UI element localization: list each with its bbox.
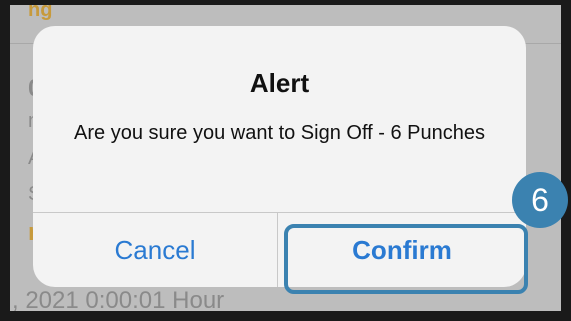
alert-title: Alert	[249, 68, 310, 98]
background-text: ng	[28, 0, 53, 21]
cancel-button[interactable]: Cancel	[33, 213, 277, 287]
confirm-highlight-box	[284, 224, 528, 294]
alert-message: Are you sure you want to Sign Off - 6 Pu…	[74, 122, 485, 144]
step-number-badge: 6	[512, 172, 568, 228]
background-text: , 2021 0:00:01 Hour	[12, 287, 225, 314]
